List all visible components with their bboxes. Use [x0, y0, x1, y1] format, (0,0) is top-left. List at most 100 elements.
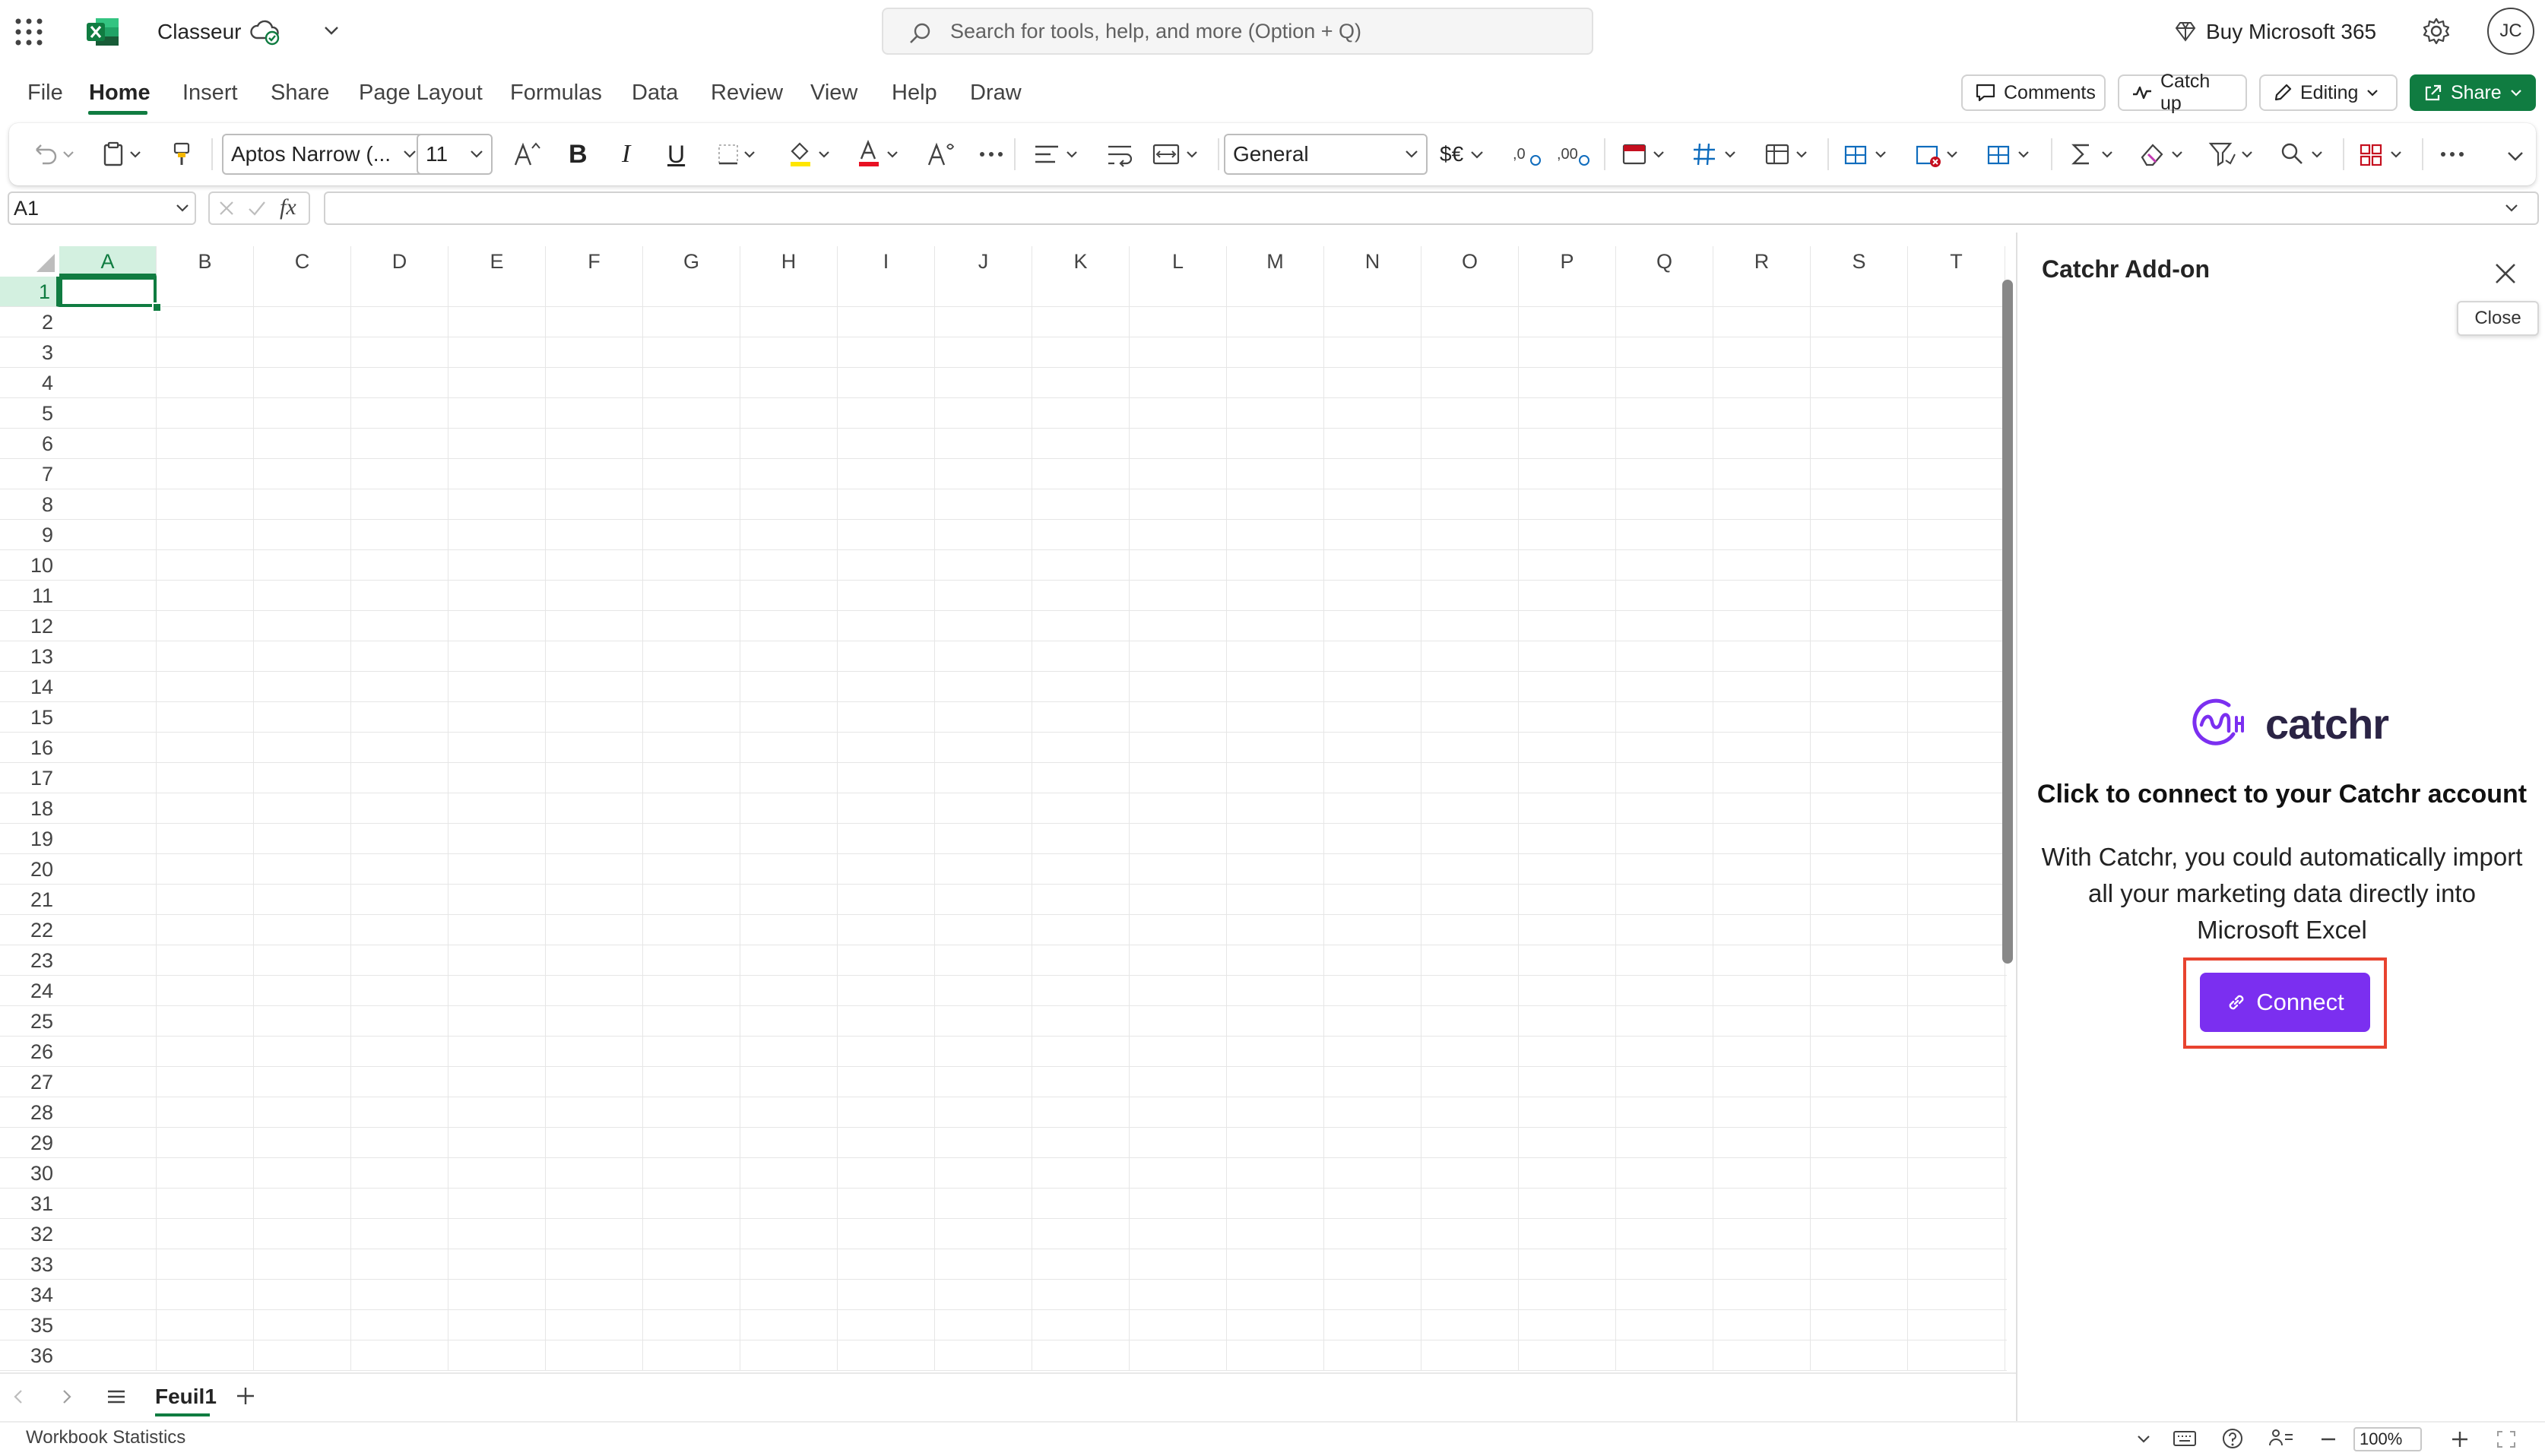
more-font-options-icon[interactable] [976, 123, 1006, 185]
font-name-dropdown[interactable]: Aptos Narrow (... [222, 134, 426, 175]
row-header[interactable]: 22 [0, 915, 59, 945]
close-icon[interactable] [2493, 261, 2518, 286]
document-title[interactable]: Classeur [157, 15, 241, 49]
row-header[interactable]: 10 [0, 550, 59, 581]
row-header[interactable]: 16 [0, 733, 59, 763]
format-as-table-button[interactable] [1691, 123, 1747, 185]
cell-area[interactable] [59, 277, 2007, 1371]
expand-formula-bar-icon[interactable] [2502, 199, 2521, 217]
insert-function-icon[interactable]: fx [280, 195, 296, 220]
row-header[interactable]: 23 [0, 945, 59, 976]
merge-cells-button[interactable] [1149, 123, 1206, 185]
formula-input[interactable] [324, 191, 2539, 225]
number-format-dropdown[interactable]: General [1224, 134, 1428, 175]
bold-icon[interactable]: B [569, 123, 588, 185]
borders-button[interactable] [715, 123, 763, 185]
workbook-statistics-link[interactable]: Workbook Statistics [26, 1427, 185, 1448]
column-header[interactable]: A [59, 246, 157, 277]
cloud-saved-icon[interactable] [249, 18, 280, 46]
column-header[interactable]: E [448, 246, 546, 277]
row-header[interactable]: 27 [0, 1067, 59, 1097]
italic-icon[interactable]: I [622, 123, 630, 185]
chevron-left-icon[interactable] [9, 1386, 27, 1407]
font-color-button[interactable] [854, 123, 908, 185]
name-box[interactable]: A1 [8, 191, 196, 225]
help-icon[interactable] [2221, 1427, 2244, 1450]
row-header[interactable]: 9 [0, 520, 59, 550]
comments-button[interactable]: Comments [1961, 74, 2106, 111]
tab-data[interactable]: Data [632, 74, 678, 111]
row-header[interactable]: 36 [0, 1340, 59, 1371]
column-header[interactable]: F [546, 246, 643, 277]
column-header[interactable]: D [351, 246, 448, 277]
column-header[interactable]: P [1519, 246, 1616, 277]
row-header[interactable]: 4 [0, 368, 59, 398]
delete-cells-button[interactable] [1913, 123, 1969, 185]
paste-button[interactable] [100, 123, 149, 185]
tab-insert[interactable]: Insert [182, 74, 238, 111]
currency-format-button[interactable]: $€ [1440, 123, 1486, 185]
cell-styles-button[interactable] [1762, 123, 1818, 185]
column-header[interactable]: K [1032, 246, 1130, 277]
row-header[interactable]: 17 [0, 763, 59, 793]
tab-draw[interactable]: Draw [970, 74, 1022, 111]
row-header[interactable]: 1 [0, 277, 59, 307]
row-header[interactable]: 29 [0, 1128, 59, 1158]
column-header[interactable]: C [254, 246, 351, 277]
all-sheets-menu-icon[interactable] [105, 1386, 128, 1407]
tab-review[interactable]: Review [711, 74, 783, 111]
add-ins-button[interactable] [2356, 123, 2413, 185]
conditional-formatting-button[interactable] [1619, 123, 1675, 185]
row-header[interactable]: 25 [0, 1006, 59, 1037]
row-header[interactable]: 5 [0, 398, 59, 429]
gear-icon[interactable] [2422, 17, 2451, 46]
connect-button[interactable]: Connect [2200, 973, 2370, 1032]
row-header[interactable]: 26 [0, 1037, 59, 1067]
column-header[interactable]: L [1130, 246, 1227, 277]
align-button[interactable] [1031, 123, 1086, 185]
app-launcher-icon[interactable] [14, 17, 47, 47]
row-header[interactable]: 12 [0, 611, 59, 641]
tab-share[interactable]: Share [271, 74, 329, 111]
select-all-corner[interactable] [0, 246, 59, 277]
format-cells-button[interactable] [1984, 123, 2040, 185]
tab-page-layout[interactable]: Page Layout [359, 74, 483, 111]
row-header[interactable]: 28 [0, 1097, 59, 1128]
clear-button[interactable] [2138, 123, 2194, 185]
vertical-scrollbar[interactable] [2002, 280, 2013, 964]
column-header[interactable]: S [1811, 246, 1908, 277]
active-cell-a1[interactable] [59, 277, 157, 307]
column-header[interactable]: J [935, 246, 1032, 277]
row-header[interactable]: 3 [0, 337, 59, 368]
more-options-icon[interactable] [2437, 123, 2467, 185]
increase-decimal-icon[interactable]: ,00 [1557, 123, 1593, 185]
enter-formula-icon[interactable] [246, 198, 268, 219]
tab-view[interactable]: View [810, 74, 857, 111]
cancel-formula-icon[interactable] [216, 198, 237, 219]
share-button[interactable]: Share [2410, 74, 2536, 111]
undo-button[interactable] [30, 123, 76, 185]
chevron-down-icon[interactable] [322, 21, 341, 40]
column-header[interactable]: N [1324, 246, 1421, 277]
fill-handle[interactable] [152, 302, 162, 312]
increase-font-size-icon[interactable] [511, 123, 544, 185]
row-header[interactable]: 11 [0, 581, 59, 611]
column-header[interactable]: M [1227, 246, 1324, 277]
format-painter-icon[interactable] [169, 123, 195, 185]
column-header[interactable]: H [740, 246, 838, 277]
row-header[interactable]: 6 [0, 429, 59, 459]
editing-mode-button[interactable]: Editing [2259, 74, 2398, 111]
row-header[interactable]: 2 [0, 307, 59, 337]
underline-icon[interactable]: U [667, 123, 685, 185]
chevron-down-icon[interactable] [2135, 1430, 2153, 1448]
autosum-button[interactable] [2068, 123, 2124, 185]
row-header[interactable]: 8 [0, 489, 59, 520]
find-select-button[interactable] [2277, 123, 2334, 185]
catch-up-button[interactable]: Catch up [2118, 71, 2247, 114]
row-header[interactable]: 19 [0, 824, 59, 854]
chevron-down-icon[interactable] [173, 199, 192, 217]
column-header[interactable]: T [1908, 246, 2005, 277]
row-header[interactable]: 32 [0, 1219, 59, 1249]
add-sheet-icon[interactable] [234, 1385, 257, 1407]
keyboard-icon[interactable] [2173, 1429, 2197, 1448]
